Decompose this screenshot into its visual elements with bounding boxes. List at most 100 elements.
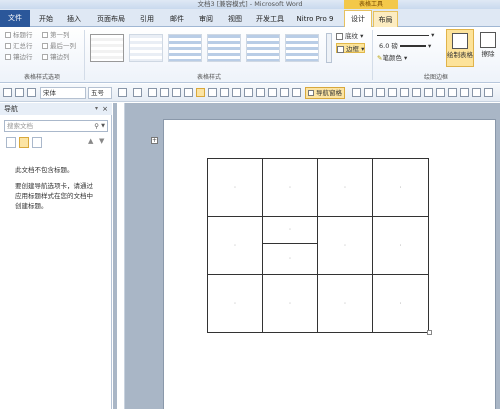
highlight-icon[interactable]	[118, 88, 127, 97]
tab-home[interactable]: 开始	[33, 11, 59, 27]
tab-page-layout[interactable]: 页面布局	[92, 11, 130, 27]
document-icon[interactable]	[15, 88, 24, 97]
picture-icon[interactable]	[280, 88, 289, 97]
checkbox-total-row[interactable]: 汇总行	[5, 42, 33, 51]
view-icon[interactable]	[484, 88, 493, 97]
align-left-icon[interactable]	[184, 88, 193, 97]
view-icon[interactable]	[472, 88, 481, 97]
nav-pane-toggle-label: 导航窗格	[316, 89, 342, 97]
save-icon[interactable]	[3, 88, 12, 97]
borders-icon[interactable]	[256, 88, 265, 97]
table-cell[interactable]	[372, 158, 429, 217]
view-icon[interactable]	[352, 88, 361, 97]
checkbox-banded-columns[interactable]: 镶边列	[42, 53, 70, 62]
table-cell[interactable]	[262, 158, 318, 217]
nav-pane-options-icon[interactable]: ▾	[95, 103, 98, 115]
align-center-icon[interactable]	[196, 88, 205, 97]
group-label-table-styles: 表格样式	[196, 74, 221, 81]
table-move-handle[interactable]: +	[151, 137, 158, 144]
view-icon[interactable]	[448, 88, 457, 97]
table-style-thumbnail[interactable]	[168, 34, 202, 62]
shading-button[interactable]: 底纹 ▾	[336, 31, 363, 41]
checkbox-checked-icon	[308, 90, 314, 96]
table-cell[interactable]	[317, 216, 373, 275]
checkbox-last-column[interactable]: 最后一列	[42, 42, 76, 51]
view-icon[interactable]	[412, 88, 421, 97]
headings-view-tab[interactable]	[6, 137, 16, 148]
table-cell[interactable]	[372, 274, 429, 333]
checkbox-label: 镶边行	[13, 53, 33, 61]
tab-references[interactable]: 引用	[134, 11, 160, 27]
draw-table-button[interactable]: 绘制表格	[446, 29, 474, 67]
group-label-draw-borders: 绘图边框	[423, 74, 448, 81]
borders-button[interactable]: 边框 ▾	[336, 43, 366, 53]
previous-arrow-icon[interactable]: ▲	[88, 137, 93, 145]
tab-review[interactable]: 审阅	[193, 11, 219, 27]
view-icon[interactable]	[364, 88, 373, 97]
table-cell[interactable]	[372, 216, 429, 275]
table-style-thumbnail[interactable]	[207, 34, 241, 62]
table-style-thumbnail[interactable]	[285, 34, 319, 62]
view-icon[interactable]	[400, 88, 409, 97]
checkbox-header-row[interactable]: 标题行	[5, 31, 33, 40]
tab-file[interactable]: 文件	[0, 10, 30, 27]
pen-weight-dropdown[interactable]: 6.0 磅 ▾	[379, 41, 431, 51]
view-icon[interactable]	[424, 88, 433, 97]
justify-icon[interactable]	[220, 88, 229, 97]
pen-color-label: 笔颜色	[382, 54, 402, 62]
font-color-icon[interactable]	[133, 88, 142, 97]
bullets-icon[interactable]	[160, 88, 169, 97]
nav-pane-toggle[interactable]: 导航窗格	[305, 87, 345, 99]
next-arrow-icon[interactable]: ▼	[99, 137, 104, 145]
results-view-tab[interactable]	[32, 137, 42, 148]
tab-view[interactable]: 视图	[222, 11, 248, 27]
table-style-thumbnail[interactable]	[246, 34, 280, 62]
table-cell-split-bottom[interactable]	[262, 243, 318, 275]
tab-developer[interactable]: 开发工具	[252, 11, 288, 27]
checkbox-first-column[interactable]: 第一列	[42, 31, 70, 40]
chevron-down-icon[interactable]: ▼	[101, 121, 105, 131]
table-cell[interactable]	[317, 274, 373, 333]
columns-icon[interactable]	[292, 88, 301, 97]
table-style-thumbnail[interactable]	[90, 34, 124, 62]
create-headings-hint: 要创建导航选项卡，请通过应用标题样式在您的文档中创建标题。	[15, 182, 93, 210]
view-icon[interactable]	[436, 88, 445, 97]
view-icon[interactable]	[376, 88, 385, 97]
numbering-icon[interactable]	[172, 88, 181, 97]
table-resize-handle[interactable]	[427, 330, 432, 335]
tab-nitro-pro[interactable]: Nitro Pro 9	[292, 11, 338, 27]
tab-mailings[interactable]: 邮件	[164, 11, 190, 27]
table-style-thumbnail[interactable]	[129, 34, 163, 62]
table-cell[interactable]	[207, 158, 263, 217]
pen-color-button[interactable]: ✎笔颜色 ▾	[377, 53, 407, 63]
shading-icon[interactable]	[244, 88, 253, 97]
tab-layout[interactable]: 布局	[373, 11, 398, 27]
table-cell[interactable]	[317, 158, 373, 217]
checkbox-box	[5, 43, 11, 49]
gallery-scroll-arrows[interactable]	[326, 33, 332, 63]
line-spacing-icon[interactable]	[232, 88, 241, 97]
search-icon[interactable]: ⚲	[94, 121, 99, 131]
table-icon[interactable]	[268, 88, 277, 97]
table-cell-split-top[interactable]	[262, 216, 318, 244]
view-icon[interactable]	[388, 88, 397, 97]
clear-format-icon[interactable]	[148, 88, 157, 97]
tab-design[interactable]: 设计	[344, 10, 372, 27]
font-size-dropdown[interactable]: 五号	[88, 87, 112, 99]
font-name-dropdown[interactable]: 宋体	[40, 87, 86, 99]
eraser-button[interactable]: 擦除	[477, 29, 499, 67]
contextual-tab-group-label: 表格工具	[344, 0, 398, 9]
tab-insert[interactable]: 插入	[60, 11, 88, 27]
table-cell[interactable]	[262, 274, 318, 333]
format-painter-icon[interactable]	[27, 88, 36, 97]
pages-view-tab[interactable]	[19, 137, 29, 148]
search-input[interactable]: 搜索文档 ⚲ ▼	[4, 120, 108, 132]
align-right-icon[interactable]	[208, 88, 217, 97]
shading-icon	[336, 32, 343, 40]
close-icon[interactable]: ×	[102, 103, 108, 115]
pen-style-dropdown[interactable]: ▾	[377, 30, 439, 40]
view-icon[interactable]	[460, 88, 469, 97]
checkbox-banded-rows[interactable]: 镶边行	[5, 53, 33, 62]
table-cell[interactable]	[207, 216, 263, 275]
table-cell[interactable]	[207, 274, 263, 333]
